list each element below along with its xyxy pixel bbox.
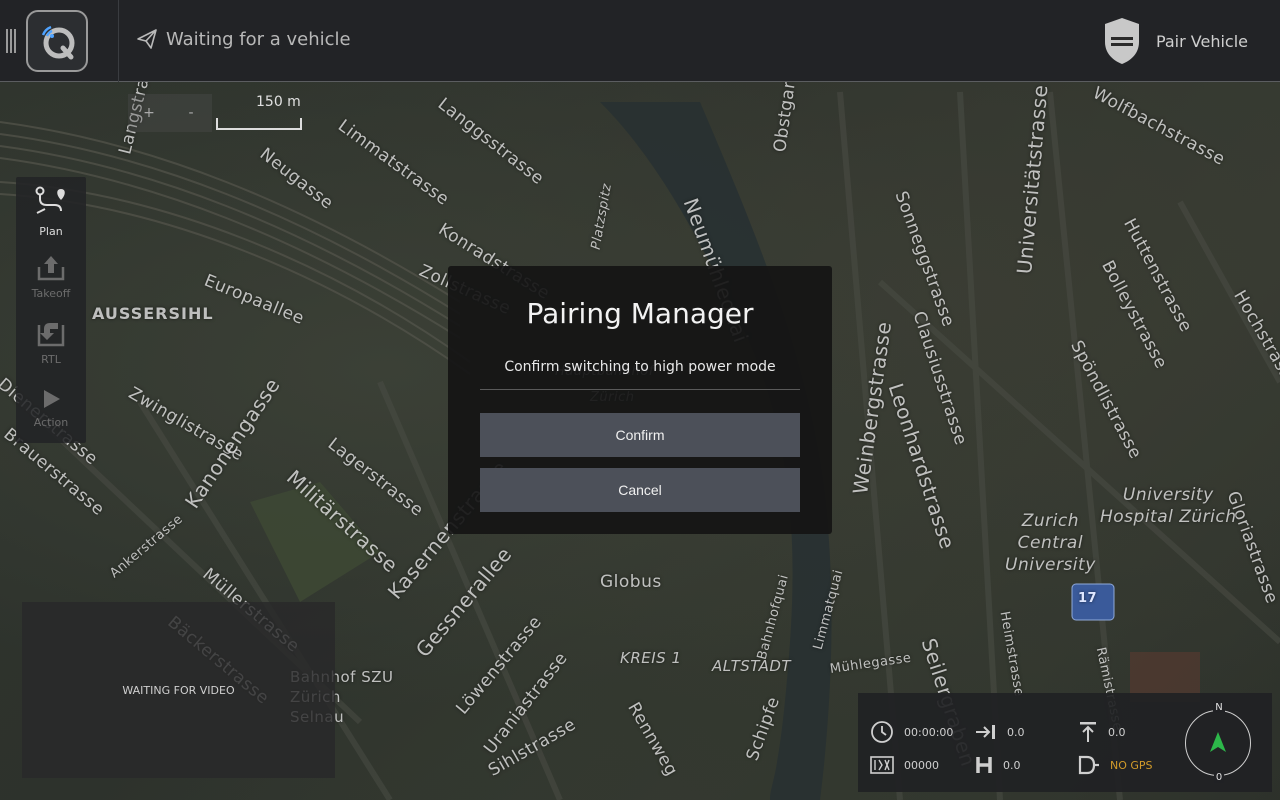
takeoff-icon bbox=[37, 255, 65, 280]
zoom-out-button[interactable]: - bbox=[170, 94, 212, 132]
rtl-icon bbox=[37, 322, 65, 346]
toolbar-action[interactable]: Action bbox=[16, 375, 86, 441]
toolbar-action-label: Action bbox=[33, 415, 69, 429]
flight-toolbar: Plan Takeoff RTL Action bbox=[16, 177, 86, 443]
toolbar-rtl-label: RTL bbox=[41, 352, 61, 366]
toolbar-plan[interactable]: Plan bbox=[16, 177, 86, 243]
telemetry-panel: 00:00:00 0.0 0.0 00000 0.0 NO GPS N 0 bbox=[858, 693, 1272, 792]
odometer-icon bbox=[870, 756, 894, 774]
altitude-icon bbox=[1080, 722, 1096, 742]
map-scale-label: 150 m bbox=[256, 94, 301, 110]
compass-heading-value: 0 bbox=[1213, 772, 1225, 783]
vehicle-heading-arrow-icon bbox=[1210, 732, 1226, 752]
dialog-divider bbox=[480, 389, 800, 390]
gps-icon bbox=[1078, 755, 1099, 775]
zoom-controls: + - bbox=[128, 94, 212, 132]
horizontal-speed-cell: 0.0 bbox=[975, 752, 1021, 778]
altitude-value: 0.0 bbox=[1108, 725, 1126, 739]
pair-vehicle-button[interactable]: Pair Vehicle bbox=[1102, 16, 1248, 66]
distance-value: 0.0 bbox=[1007, 725, 1025, 739]
paper-plane-icon bbox=[137, 29, 157, 49]
toolbar-takeoff-label: Takeoff bbox=[31, 286, 71, 300]
dialog-title: Pairing Manager bbox=[526, 297, 754, 330]
video-status-text: WAITING FOR VIDEO bbox=[122, 683, 235, 697]
map-scale: 150 m bbox=[216, 94, 302, 132]
toolbar-takeoff[interactable]: Takeoff bbox=[16, 243, 86, 309]
distance-cell: 0.0 bbox=[975, 719, 1025, 745]
compass-widget: N 0 bbox=[1185, 702, 1251, 783]
top-toolbar: Waiting for a vehicle Pair Vehicle bbox=[0, 0, 1280, 82]
flight-time-value: 00:00:00 bbox=[904, 725, 954, 739]
vehicle-status: Waiting for a vehicle bbox=[136, 28, 351, 50]
shield-icon bbox=[1104, 18, 1139, 64]
pair-vehicle-label: Pair Vehicle bbox=[1155, 31, 1248, 51]
map-scale-bar bbox=[216, 118, 302, 130]
flight-time-cell: 00:00:00 bbox=[870, 719, 953, 745]
gps-cell: NO GPS bbox=[1078, 752, 1153, 778]
plan-icon bbox=[35, 186, 65, 214]
altitude-cell: 0.0 bbox=[1078, 719, 1126, 745]
menu-handle-icon[interactable] bbox=[6, 29, 20, 53]
confirm-button[interactable]: Confirm bbox=[480, 413, 800, 457]
toolbar-plan-label: Plan bbox=[39, 224, 63, 238]
cancel-button[interactable]: Cancel bbox=[480, 468, 800, 512]
qgc-logo-button[interactable] bbox=[26, 10, 88, 72]
distance-icon bbox=[976, 725, 995, 739]
horizontal-speed-value: 0.0 bbox=[1003, 758, 1021, 772]
play-icon bbox=[44, 389, 60, 408]
odometer-cell: 00000 bbox=[870, 752, 939, 778]
dialog-message: Confirm switching to high power mode bbox=[504, 359, 776, 375]
clock-icon bbox=[871, 721, 893, 743]
pairing-manager-dialog: Pairing Manager Confirm switching to hig… bbox=[448, 266, 832, 534]
video-panel[interactable]: WAITING FOR VIDEO bbox=[22, 602, 335, 778]
gps-status-value: NO GPS bbox=[1110, 758, 1153, 772]
horizontal-speed-icon bbox=[976, 757, 992, 773]
qgc-logo-icon bbox=[41, 25, 75, 60]
toolbar-separator bbox=[118, 0, 119, 82]
odometer-value: 00000 bbox=[904, 758, 939, 772]
toolbar-rtl[interactable]: RTL bbox=[16, 309, 86, 375]
vehicle-status-text: Waiting for a vehicle bbox=[166, 28, 351, 50]
zoom-in-button[interactable]: + bbox=[128, 94, 170, 132]
